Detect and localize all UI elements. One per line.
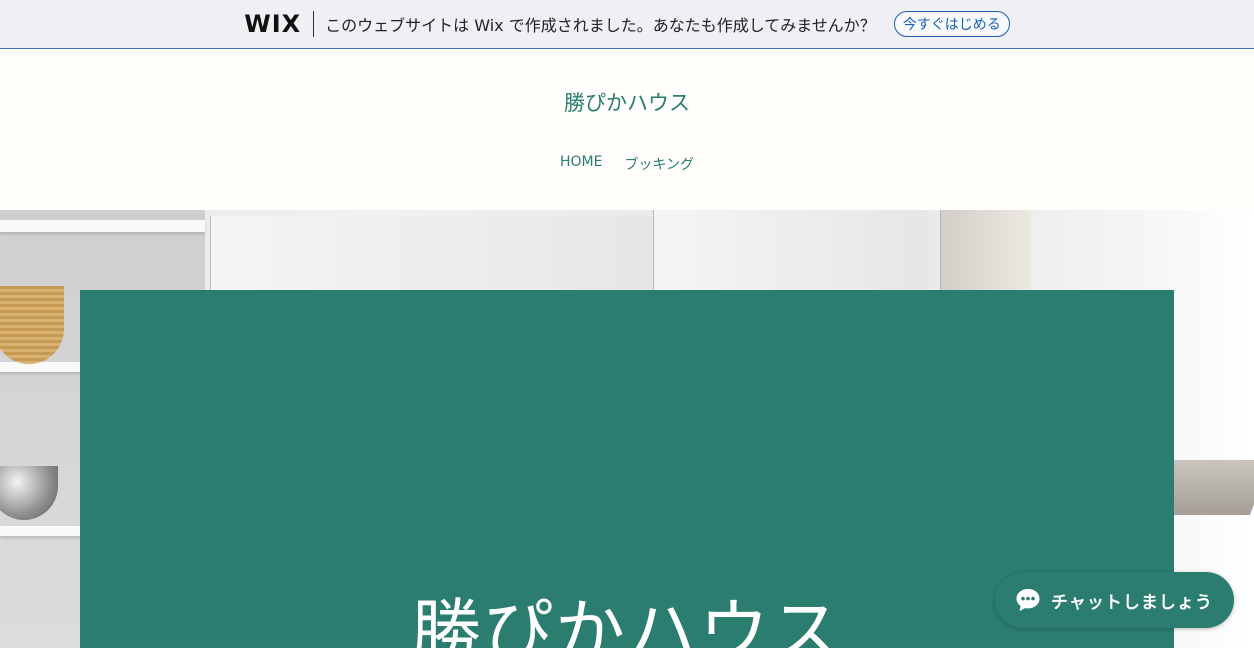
site-header: 勝ぴかハウス HOME ブッキング xyxy=(0,49,1254,210)
site-title[interactable]: 勝ぴかハウス xyxy=(0,87,1254,117)
chat-bubble-icon xyxy=(1016,589,1040,611)
wix-logo[interactable]: WIX xyxy=(244,11,315,37)
wix-banner-message: このウェブサイトは Wix で作成されました。あなたも作成してみませんか？ xyxy=(325,16,876,35)
chat-label: チャットしましょう xyxy=(1051,592,1213,613)
wooden-bowl xyxy=(0,286,64,364)
start-now-button[interactable]: 今すぐはじめる xyxy=(893,11,1010,37)
chat-button[interactable]: チャットしましょう xyxy=(995,572,1234,628)
nav-item-booking[interactable]: ブッキング xyxy=(624,154,694,174)
main-nav: HOME ブッキング xyxy=(0,154,1254,174)
wix-banner: WIX このウェブサイトは Wix で作成されました。あなたも作成してみませんか… xyxy=(0,0,1254,49)
nav-item-home[interactable]: HOME xyxy=(560,154,602,174)
